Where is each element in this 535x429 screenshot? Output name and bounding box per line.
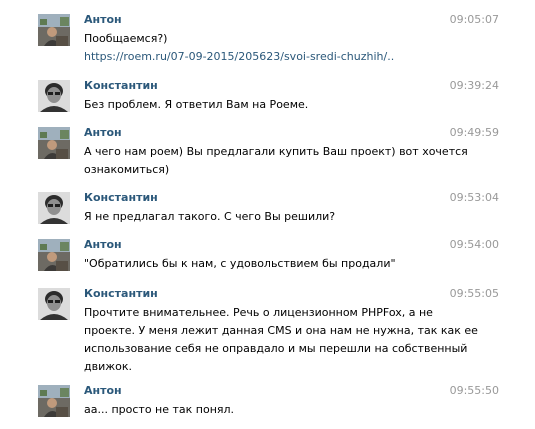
message-author[interactable]: Константин <box>84 191 158 204</box>
avatar[interactable] <box>38 14 70 46</box>
message-time: 09:53:04 <box>449 191 499 204</box>
message-author[interactable]: Антон <box>84 13 122 26</box>
avatar[interactable] <box>38 239 70 271</box>
message-line: использование себя не оправдало и мы пер… <box>84 342 468 355</box>
message-link[interactable]: https://roem.ru/07-09-2015/205623/svoi-s… <box>84 48 444 66</box>
avatar[interactable] <box>38 127 70 159</box>
message-line: Я не предлагал такого. С чего Вы решили? <box>84 210 336 223</box>
avatar[interactable] <box>38 80 70 112</box>
message-line: А чего нам роем) Вы предлагали купить Ва… <box>84 145 468 158</box>
avatar[interactable] <box>38 385 70 417</box>
avatar[interactable] <box>38 288 70 320</box>
message-text: Прочтите внимательнее. Речь о лицензионн… <box>84 304 478 376</box>
message-text: "Обратились бы к нам, с удовольствием бы… <box>84 255 444 273</box>
message-line: проекте. У меня лежит данная CMS и она н… <box>84 324 478 337</box>
message-time: 09:05:07 <box>449 13 499 26</box>
message-line: ознакомиться) <box>84 163 170 176</box>
message-time: 09:49:59 <box>449 126 499 139</box>
message-author[interactable]: Константин <box>84 79 158 92</box>
message-line: аа... просто не так понял. <box>84 403 235 416</box>
message-text: Без проблем. Я ответил Вам на Роеме. <box>84 96 444 114</box>
message-time: 09:39:24 <box>449 79 499 92</box>
message-author[interactable]: Антон <box>84 238 122 251</box>
message-line: Прочтите внимательнее. Речь о лицензионн… <box>84 306 433 319</box>
message-text: аа... просто не так понял. <box>84 401 444 419</box>
message-line: движок. <box>84 360 133 373</box>
message-author[interactable]: Константин <box>84 287 158 300</box>
message-author[interactable]: Антон <box>84 126 122 139</box>
message-time: 09:54:00 <box>449 238 499 251</box>
message-time: 09:55:50 <box>449 384 499 397</box>
message-text: А чего нам роем) Вы предлагали купить Ва… <box>84 143 468 179</box>
message-author[interactable]: Антон <box>84 384 122 397</box>
message-text: Пообщаемся?) https://roem.ru/07-09-2015/… <box>84 30 444 66</box>
message-line: Пообщаемся?) <box>84 32 168 45</box>
message-text: Я не предлагал такого. С чего Вы решили? <box>84 208 444 226</box>
message-line: "Обратились бы к нам, с удовольствием бы… <box>84 257 396 270</box>
chat-history: { "messages": [ {"author": "Антон", "tim… <box>0 0 535 429</box>
message-line: Без проблем. Я ответил Вам на Роеме. <box>84 98 309 111</box>
message-time: 09:55:05 <box>449 287 499 300</box>
avatar[interactable] <box>38 192 70 224</box>
